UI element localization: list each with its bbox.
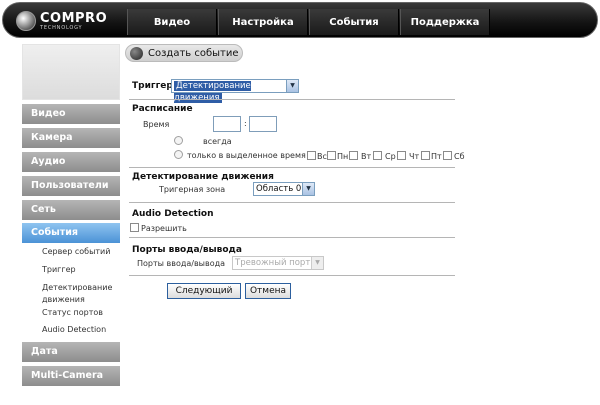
divider bbox=[129, 237, 455, 238]
radio-selected-time-label: только в выделенное время bbox=[187, 151, 306, 160]
time-label: Время bbox=[143, 120, 170, 129]
day-checkbox-tue[interactable] bbox=[349, 151, 358, 160]
divider bbox=[129, 99, 455, 100]
sidebar-subitem-port-status[interactable]: Статус портов bbox=[42, 308, 103, 317]
sidebar-item-events[interactable]: События bbox=[22, 223, 120, 243]
topnav-setup[interactable]: Настройка bbox=[218, 9, 308, 35]
ports-label: Порты ввода/вывода bbox=[137, 259, 226, 268]
ports-title: Порты ввода/вывода bbox=[132, 245, 242, 255]
topnav-support[interactable]: Поддержка bbox=[400, 9, 490, 35]
main-content: Создать событие Триггер Детектирование д… bbox=[125, 44, 600, 404]
sidebar-item-users[interactable]: Пользователи bbox=[22, 176, 120, 196]
day-checkbox-mon[interactable] bbox=[327, 151, 336, 160]
day-label-mon: Пн bbox=[337, 152, 349, 161]
compro-logo[interactable]: COMPRO TECHNOLOGY bbox=[16, 10, 108, 34]
trigger-zone-select[interactable]: Область 0 ▼ bbox=[253, 182, 315, 196]
sidebar-subitem-motion-detection[interactable]: Детектирование движения bbox=[42, 282, 122, 306]
audio-enable-label: Разрешить bbox=[141, 224, 187, 233]
chevron-down-icon: ▼ bbox=[311, 257, 323, 269]
schedule-title: Расписание bbox=[132, 104, 193, 114]
top-nav: Видео Настройка События Поддержка bbox=[127, 9, 491, 35]
day-checkbox-wed[interactable] bbox=[373, 151, 382, 160]
radio-always-label: всегда bbox=[203, 137, 232, 146]
sidebar-item-video[interactable]: Видео bbox=[22, 104, 120, 124]
sidebar-item-date[interactable]: Дата bbox=[22, 342, 120, 362]
next-button[interactable]: Следующий bbox=[167, 283, 241, 299]
day-checkbox-sat[interactable] bbox=[443, 151, 452, 160]
divider bbox=[129, 167, 455, 168]
divider bbox=[129, 275, 455, 276]
logo-name: COMPRO bbox=[40, 11, 108, 26]
page-title: Создать событие bbox=[125, 44, 243, 62]
sidebar-subitem-trigger[interactable]: Триггер bbox=[42, 265, 76, 274]
trigger-zone-value: Область 0 bbox=[256, 184, 302, 194]
day-checkbox-sun[interactable] bbox=[307, 151, 316, 160]
logo-subtitle: TECHNOLOGY bbox=[40, 25, 83, 31]
audio-detection-title: Audio Detection bbox=[132, 209, 214, 219]
day-label-thu: Чт bbox=[409, 152, 420, 161]
alarm-port-value: Тревожный порт 0 bbox=[235, 258, 319, 268]
sidebar-item-camera[interactable]: Камера bbox=[22, 128, 120, 148]
sidebar-item-network[interactable]: Сеть bbox=[22, 200, 120, 220]
sidebar-thumbnail bbox=[22, 44, 120, 100]
sidebar-item-audio[interactable]: Аудио bbox=[22, 152, 120, 172]
day-label-sat: Сб bbox=[454, 152, 465, 161]
audio-enable-checkbox[interactable] bbox=[130, 223, 139, 232]
alarm-port-select[interactable]: Тревожный порт 0 ▼ bbox=[232, 256, 324, 270]
radio-always[interactable] bbox=[174, 136, 183, 145]
time-colon: : bbox=[244, 119, 247, 128]
trigger-label: Триггер bbox=[132, 81, 173, 91]
divider bbox=[129, 202, 455, 203]
day-checkbox-thu[interactable] bbox=[397, 151, 406, 160]
time-minutes-input[interactable] bbox=[249, 116, 277, 132]
sidebar-item-multi-camera[interactable]: Multi-Camera bbox=[22, 366, 120, 386]
time-hours-input[interactable] bbox=[213, 116, 241, 132]
sidebar-subitem-audio-detection[interactable]: Audio Detection bbox=[42, 325, 106, 334]
day-label-fri: Пт bbox=[431, 152, 442, 161]
trigger-zone-label: Тригерная зона bbox=[159, 185, 226, 194]
day-label-sun: Вс bbox=[317, 152, 327, 161]
chevron-down-icon: ▼ bbox=[286, 80, 298, 92]
chevron-down-icon: ▼ bbox=[302, 183, 314, 195]
day-checkbox-fri[interactable] bbox=[421, 151, 430, 160]
day-label-tue: Вт bbox=[361, 152, 372, 161]
topnav-events[interactable]: События bbox=[309, 9, 399, 35]
motion-detection-title: Детектирование движения bbox=[132, 172, 274, 182]
topnav-video[interactable]: Видео bbox=[127, 9, 217, 35]
bullet-icon bbox=[130, 47, 143, 60]
radio-selected-time[interactable] bbox=[174, 150, 183, 159]
sidebar: Видео Камера Аудио Пользователи Сеть Соб… bbox=[22, 44, 120, 386]
cancel-button[interactable]: Отмена bbox=[245, 283, 291, 299]
top-bar: COMPRO TECHNOLOGY Видео Настройка Событи… bbox=[2, 2, 598, 38]
globe-icon bbox=[16, 11, 36, 31]
trigger-select[interactable]: Детектирование движения ▼ bbox=[171, 79, 299, 103]
day-label-wed: Ср bbox=[385, 152, 396, 161]
page-title-text: Создать событие bbox=[148, 48, 239, 59]
sidebar-subitem-event-server[interactable]: Сервер событий bbox=[42, 247, 110, 256]
